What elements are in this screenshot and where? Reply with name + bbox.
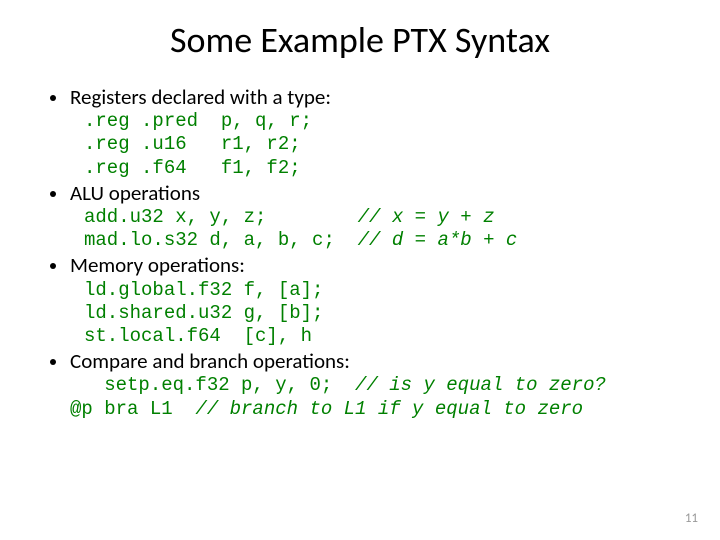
bullet-3-text: Memory operations: [70, 252, 245, 278]
page-number: 11 [685, 511, 698, 526]
code-alu-c2: // d = a*b + c [358, 229, 518, 251]
code-compare: setp.eq.f32 p, y, 0; // is y equal to ze… [70, 374, 680, 420]
bullet-4-text: Compare and branch operations: [70, 348, 350, 374]
bullet-dot-icon [50, 191, 56, 197]
slide-content: Registers declared with a type: .reg .pr… [40, 84, 680, 421]
code-cmp-c1: // is y equal to zero? [355, 374, 606, 396]
bullet-2-text: ALU operations [70, 180, 200, 206]
code-cmp-l1: setp.eq.f32 p, y, 0; [70, 374, 355, 396]
bullet-4: Compare and branch operations: [50, 348, 680, 374]
bullet-dot-icon [50, 359, 56, 365]
bullet-2: ALU operations [50, 180, 680, 206]
bullet-1: Registers declared with a type: [50, 84, 680, 110]
code-cmp-l2: @p bra L1 [70, 398, 195, 420]
code-alu: add.u32 x, y, z; // x = y + z mad.lo.s32… [84, 206, 680, 252]
bullet-dot-icon [50, 95, 56, 101]
code-cmp-c2: // branch to L1 if y equal to zero [195, 398, 583, 420]
code-alu-l2: mad.lo.s32 d, a, b, c; [84, 229, 358, 251]
code-memory: ld.global.f32 f, [a]; ld.shared.u32 g, [… [84, 279, 680, 349]
slide-title: Some Example PTX Syntax [40, 18, 680, 62]
code-alu-l1: add.u32 x, y, z; [84, 206, 358, 228]
bullet-3: Memory operations: [50, 252, 680, 278]
bullet-dot-icon [50, 263, 56, 269]
code-registers: .reg .pred p, q, r; .reg .u16 r1, r2; .r… [84, 110, 680, 180]
code-alu-c1: // x = y + z [358, 206, 495, 228]
bullet-1-text: Registers declared with a type: [70, 84, 331, 110]
